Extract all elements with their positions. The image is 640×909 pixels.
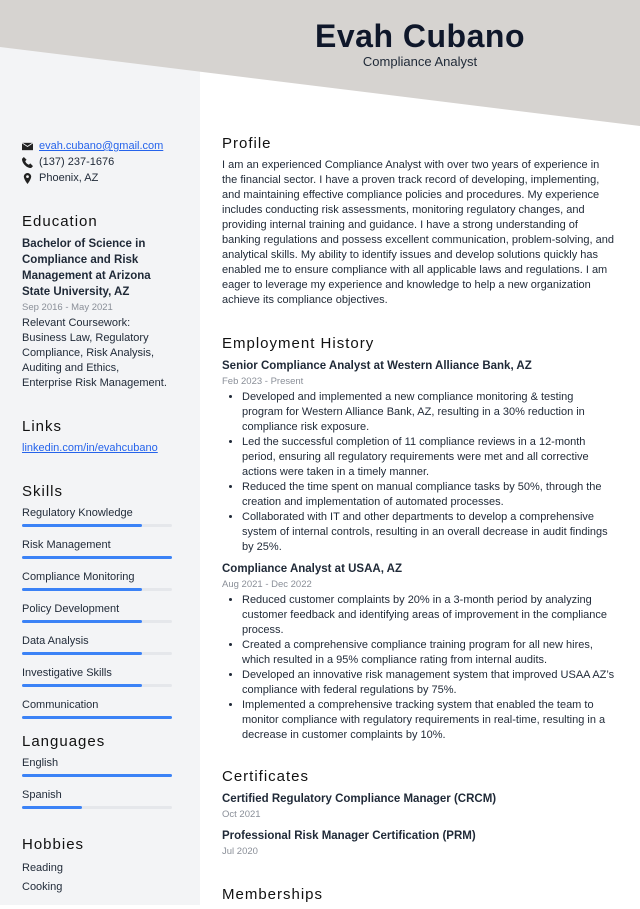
links-section: Links linkedin.com/in/evahcubano [22,418,172,456]
certificate-date: Oct 2021 [222,809,261,820]
skills-label: Communication [22,699,99,711]
location: Phoenix, AZ [39,172,99,184]
languages-level-bar [22,774,172,777]
hobby: Reading [22,862,63,874]
certificates-heading: Certificates [222,768,310,785]
certificate-name: Certified Regulatory Compliance Manager … [222,793,497,805]
map-pin-icon [23,172,32,184]
skills-level-fill [22,684,142,687]
languages-label: English [22,757,59,769]
skills-label: Investigative Skills [22,667,112,679]
languages-heading: Languages [22,733,106,750]
skills-level-bar [22,556,172,559]
education-dates: Sep 2016 - May 2021 [22,302,113,313]
profile-section: Profile I am an experienced Compliance A… [222,135,616,308]
skills-item: Investigative Skills [22,666,172,687]
contact-section: evah.cubano@gmail.com (137) 237-1676 Pho… [22,138,172,186]
skills-level-bar [22,588,172,591]
memberships-heading: Memberships [222,886,324,903]
certificate-date: Jul 2020 [222,846,258,857]
job-dates: Aug 2021 - Dec 2022 [222,579,312,590]
job-title: Senior Compliance Analyst at Western All… [222,360,532,372]
education-heading: Education [22,213,98,230]
skills-level-fill [22,620,142,623]
job-title: Compliance Analyst at USAA, AZ [222,563,402,575]
job-bullet: Developed and implemented a new complian… [242,390,616,435]
certificates-section: Certificates Certified Regulatory Compli… [222,768,616,860]
employment-section: Employment History Senior Compliance Ana… [222,335,616,749]
job-title: Compliance Analyst [362,54,478,69]
hobbies-heading: Hobbies [22,836,85,853]
job-bullet: Collaborated with IT and other departmen… [242,510,616,555]
languages-item: English [22,756,172,777]
coursework: Relevant Coursework: Business Law, Regul… [22,317,167,389]
languages-level-bar [22,806,172,809]
employment-heading: Employment History [222,335,375,352]
languages-section: Languages English Spanish [22,733,172,820]
skills-item: Regulatory Knowledge [22,506,172,527]
skills-item: Compliance Monitoring [22,570,172,591]
skills-item: Data Analysis [22,634,172,655]
skills-level-fill [22,556,172,559]
hobbies-section: Hobbies Reading Cooking [22,836,172,897]
skills-level-fill [22,716,172,719]
links-heading: Links [22,418,63,435]
skills-level-fill [22,652,142,655]
job-bullet: Reduced customer complaints by 20% in a … [242,593,616,638]
profile-heading: Profile [222,135,272,152]
profile-text: I am an experienced Compliance Analyst w… [222,159,614,306]
candidate-name: Evah Cubano [315,18,525,54]
job-entry: Compliance Analyst at USAA, AZ Aug 2021 -… [222,561,616,743]
skills-label: Data Analysis [22,635,89,647]
skills-label: Risk Management [22,539,111,551]
skills-level-bar [22,652,172,655]
job-bullet: Implemented a comprehensive tracking sys… [242,698,616,743]
memberships-section: Memberships [222,886,616,909]
skills-section: Skills Regulatory Knowledge Risk Manageme… [22,483,172,730]
skills-level-fill [22,524,142,527]
languages-item: Spanish [22,788,172,809]
job-dates: Feb 2023 - Present [222,376,304,387]
skills-label: Regulatory Knowledge [22,507,133,519]
phone-icon [22,156,33,168]
skills-level-bar [22,684,172,687]
skills-level-bar [22,620,172,623]
degree: Bachelor of Science in Compliance and Ri… [22,238,151,298]
email-link[interactable]: evah.cubano@gmail.com [39,140,163,152]
languages-level-fill [22,806,82,809]
languages-label: Spanish [22,789,62,801]
skills-heading: Skills [22,483,64,500]
skills-level-bar [22,716,172,719]
job-bullets: Reduced customer complaints by 20% in a … [222,593,616,743]
job-bullet: Led the successful completion of 11 comp… [242,435,616,480]
skills-item: Communication [22,698,172,719]
skills-item: Policy Development [22,602,172,623]
hobby: Cooking [22,881,63,893]
job-bullets: Developed and implemented a new complian… [222,390,616,555]
skills-label: Policy Development [22,603,120,615]
job-entry: Senior Compliance Analyst at Western All… [222,358,616,555]
certificate-name: Professional Risk Manager Certification … [222,830,476,842]
skills-level-bar [22,524,172,527]
languages-level-fill [22,774,172,777]
job-bullet: Created a comprehensive compliance train… [242,638,616,668]
skills-label: Compliance Monitoring [22,571,135,583]
envelope-icon [22,141,33,150]
education-section: Education Bachelor of Science in Complia… [22,213,172,391]
skills-item: Risk Management [22,538,172,559]
job-bullet: Developed an innovative risk management … [242,668,616,698]
job-bullet: Reduced the time spent on manual complia… [242,480,616,510]
phone: (137) 237-1676 [39,156,115,168]
skills-level-fill [22,588,142,591]
linkedin-link[interactable]: linkedin.com/in/evahcubano [22,442,158,454]
